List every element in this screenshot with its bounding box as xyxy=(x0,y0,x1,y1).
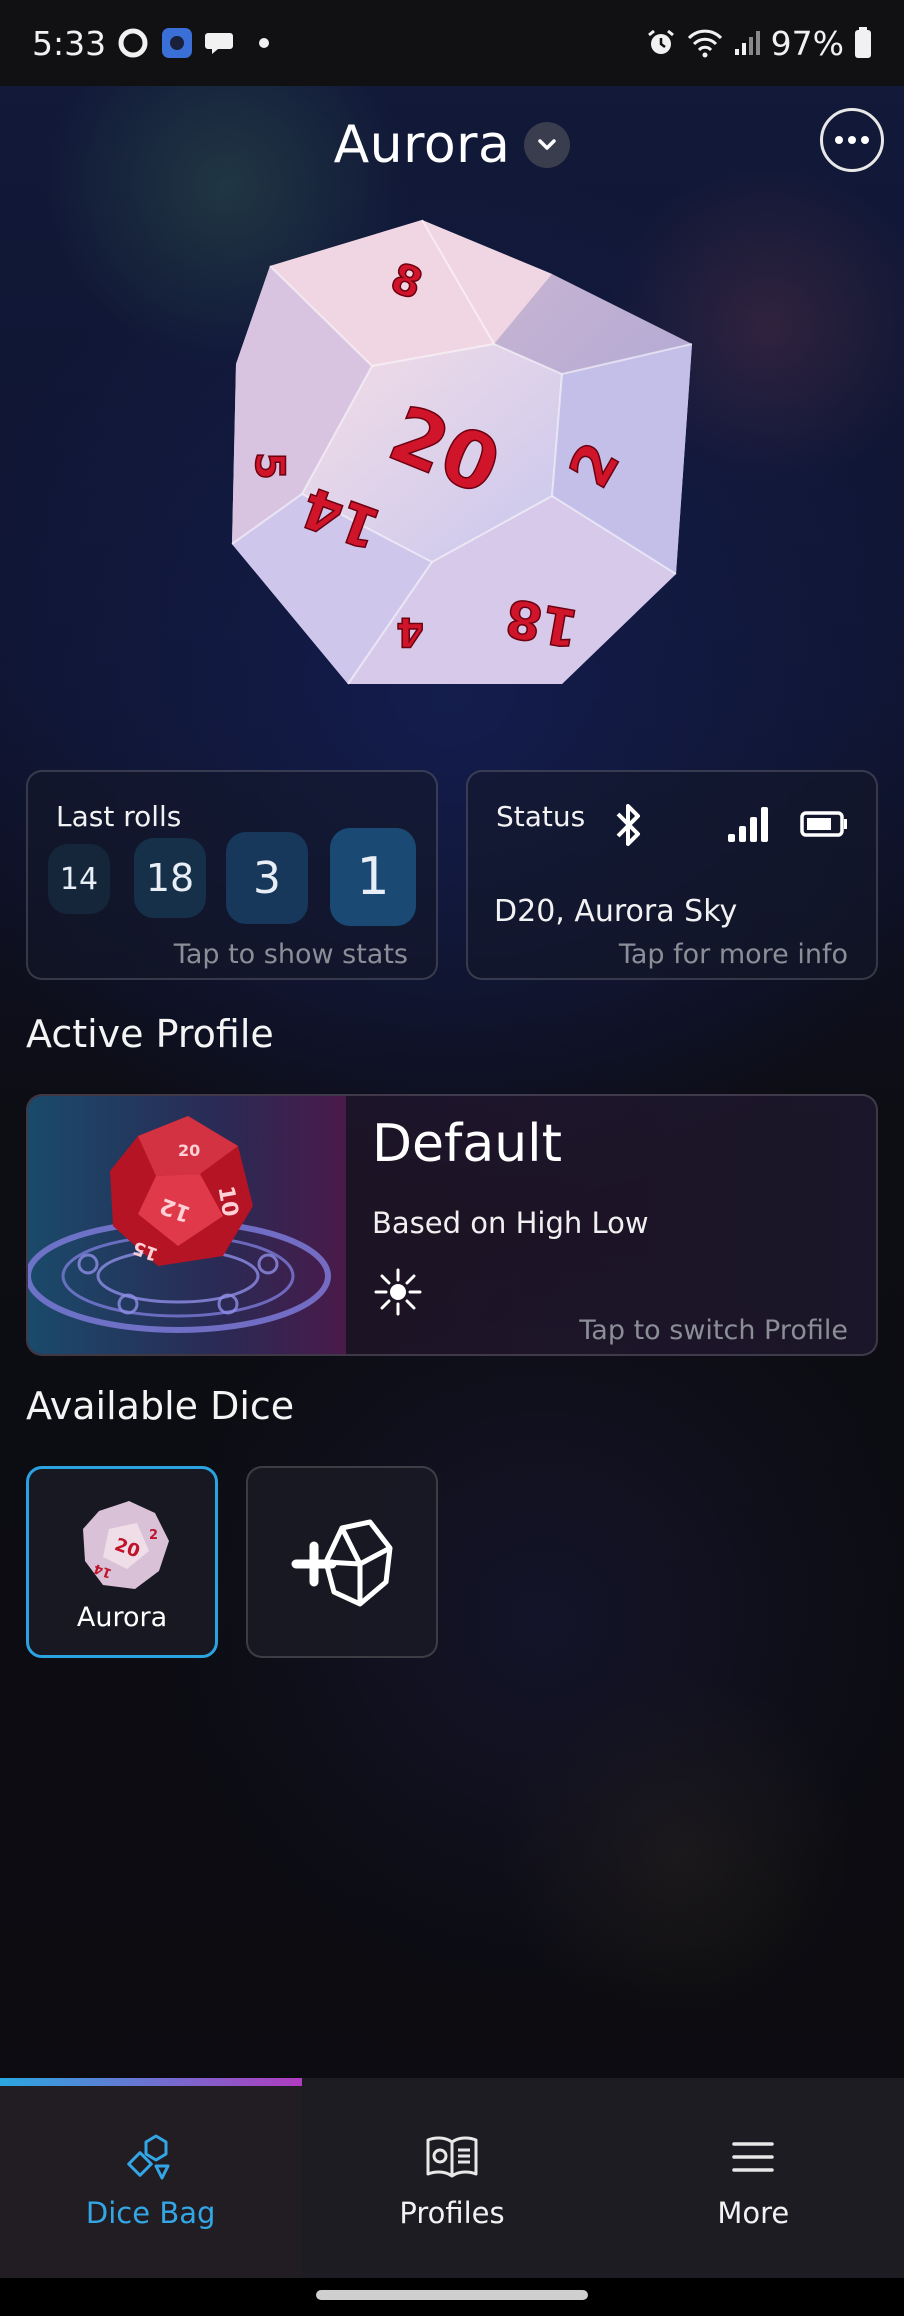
die-face-4: 4 xyxy=(396,608,424,654)
battery-icon xyxy=(800,811,847,837)
profiles-book-icon xyxy=(426,2136,478,2178)
roll-value: 14 xyxy=(59,861,99,897)
app-icon xyxy=(160,26,194,60)
die-face-18: 18 xyxy=(501,586,583,658)
last-rolls-card[interactable]: Last rolls 14 18 3 1 Tap to show stats xyxy=(26,770,438,980)
art-face-10: 10 xyxy=(212,1184,242,1219)
status-title: Status xyxy=(496,800,586,833)
status-card[interactable]: Status D20, Aurora Sky Tap for more info xyxy=(466,770,878,980)
nav-dice-bag[interactable]: Dice Bag xyxy=(0,2078,302,2278)
battery-icon xyxy=(854,27,872,59)
bluetooth-icon xyxy=(616,804,640,846)
aurora-die-thumbnail: 20 14 2 xyxy=(83,1501,169,1589)
die-face-5: 5 xyxy=(246,452,292,480)
header: Aurora xyxy=(0,100,904,190)
signal-strength-icon xyxy=(728,807,768,842)
nav-active-indicator xyxy=(0,2078,302,2086)
bottom-navigation: Dice Bag Profiles More xyxy=(0,2078,904,2278)
available-dice-heading: Available Dice xyxy=(26,1384,295,1428)
dice-tile-label: Aurora xyxy=(76,1602,168,1633)
status-time: 5:33 xyxy=(32,23,107,63)
nav-profiles[interactable]: Profiles xyxy=(301,2078,602,2278)
roll-value: 1 xyxy=(356,847,390,907)
thumb-face-2: 2 xyxy=(149,1528,158,1543)
nav-label: More xyxy=(717,2196,790,2230)
more-horizontal-icon xyxy=(835,136,869,144)
wifi-icon xyxy=(687,28,723,58)
status-die-name: D20, Aurora Sky xyxy=(494,894,738,929)
nav-label: Profiles xyxy=(399,2196,505,2230)
roll-chip: 14 xyxy=(48,844,110,914)
art-face-20: 20 xyxy=(178,1141,200,1160)
dot-icon xyxy=(258,37,270,49)
last-rolls-title: Last rolls xyxy=(56,800,182,833)
battery-percent: 97% xyxy=(770,23,844,63)
sparkle-icon xyxy=(372,1266,424,1318)
chat-bubble-icon xyxy=(204,28,234,58)
profile-name: Default xyxy=(372,1114,562,1174)
add-die-icon xyxy=(291,1519,393,1607)
dice-bag-icon xyxy=(126,2134,170,2180)
roll-chip: 18 xyxy=(134,838,206,918)
status-hint: Tap for more info xyxy=(618,939,848,970)
status-icons xyxy=(608,800,858,850)
chevron-down-icon[interactable] xyxy=(524,122,571,168)
more-options-button[interactable] xyxy=(820,108,884,172)
roll-chip: 3 xyxy=(226,832,308,924)
home-gesture-bar[interactable] xyxy=(316,2290,588,2300)
nav-label: Dice Bag xyxy=(85,2196,216,2230)
status-bar: 5:33 97% xyxy=(0,0,904,86)
roll-value: 18 xyxy=(145,856,195,900)
nav-more[interactable]: More xyxy=(603,2078,904,2278)
die-3d-view[interactable]: 20 14 2 18 8 5 4 xyxy=(222,214,693,714)
ring-icon xyxy=(116,26,150,60)
profile-based-on: Based on High Low xyxy=(372,1206,649,1240)
signal-icon xyxy=(733,29,761,57)
active-profile-card[interactable]: 12 10 15 20 Default Based on High Low Ta… xyxy=(26,1094,878,1356)
add-die-button[interactable] xyxy=(246,1466,438,1658)
profile-hint: Tap to switch Profile xyxy=(579,1315,848,1346)
last-rolls-hint: Tap to show stats xyxy=(173,939,408,970)
active-profile-heading: Active Profile xyxy=(26,1012,274,1056)
roll-chip: 1 xyxy=(330,828,416,926)
dice-name-title[interactable]: Aurora xyxy=(334,115,511,175)
alarm-icon xyxy=(645,27,677,59)
profile-image: 12 10 15 20 xyxy=(28,1096,346,1354)
dice-tile-aurora[interactable]: 20 14 2 Aurora xyxy=(26,1466,218,1658)
menu-icon xyxy=(732,2142,775,2172)
roll-value: 3 xyxy=(253,852,281,904)
